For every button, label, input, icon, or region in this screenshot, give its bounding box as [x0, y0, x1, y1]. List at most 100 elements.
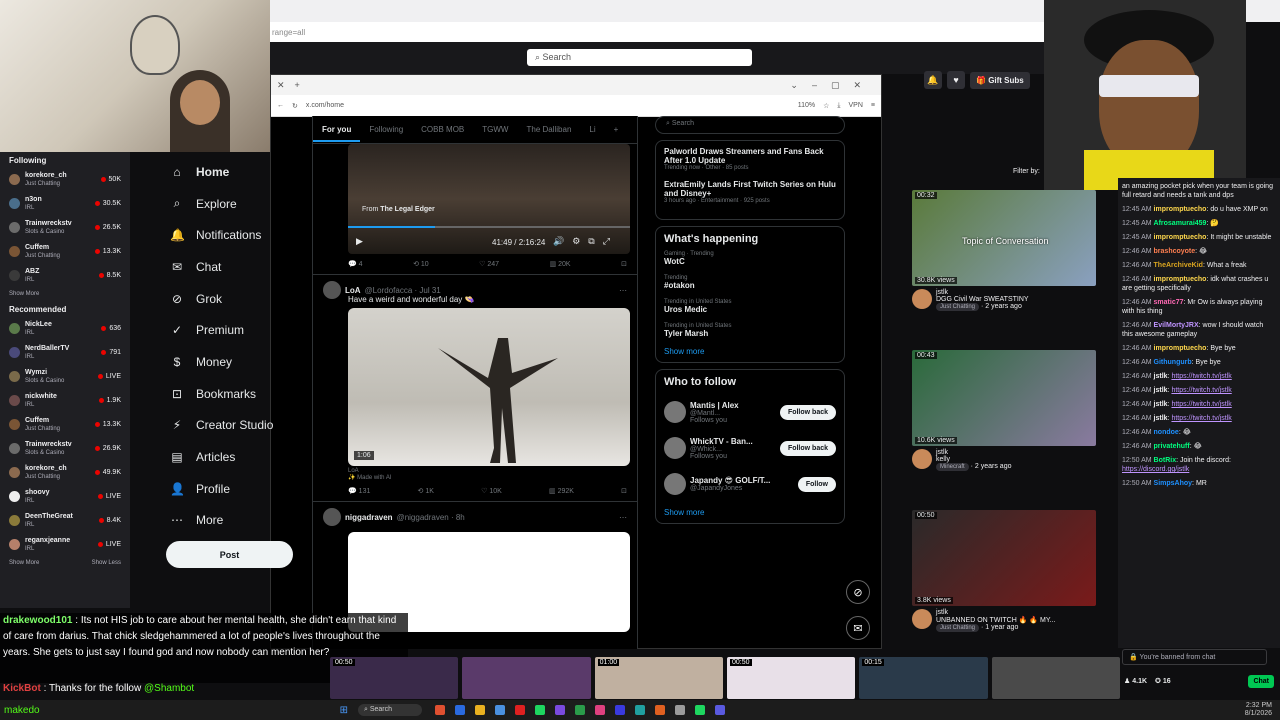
nav-home[interactable]: ⌂ Home: [170, 156, 300, 188]
tweet-video[interactable]: 1:06: [348, 308, 630, 466]
nav-notifications[interactable]: 🔔 Notifications: [170, 219, 300, 251]
reply-icon[interactable]: 💬 131: [348, 487, 370, 495]
show-more-link[interactable]: Show more: [664, 508, 836, 517]
taskbar-app-icon[interactable]: [475, 705, 486, 715]
like-icon[interactable]: ♡ 247: [479, 260, 499, 268]
tweet[interactable]: LoA @Lordofacca · Jul 31 ⋯ Have a weird an…: [313, 274, 637, 495]
vod-thumbnail[interactable]: 00:43 10.6K views: [912, 350, 1096, 446]
chat-username[interactable]: impromptuecho: [1154, 234, 1207, 241]
follow-button[interactable]: Follow back: [779, 404, 836, 420]
chat-button[interactable]: Chat: [1248, 674, 1274, 688]
refresh-icon[interactable]: ↻: [292, 102, 298, 110]
avatar[interactable]: [912, 449, 932, 469]
taskbar-app-icon[interactable]: [615, 705, 626, 715]
tweet-author[interactable]: LoA: [345, 286, 361, 295]
vod-tag[interactable]: Just Chatting: [936, 303, 980, 311]
taskbar-app-icon[interactable]: [495, 705, 506, 715]
nav-more[interactable]: ⋯ More: [170, 505, 300, 537]
repost-icon[interactable]: ⟲ 1K: [418, 487, 434, 495]
trend-item[interactable]: Trending in United States Uros Medic: [664, 299, 836, 314]
vod-card[interactable]: 00:43 10.6K views jstlk kelly Minecraft · 2 …: [912, 350, 1098, 510]
vod-channel[interactable]: jstlk: [936, 289, 1029, 296]
gift-subs-button[interactable]: 🎁 Gift Subs: [970, 71, 1030, 89]
taskbar-app-icon[interactable]: [655, 705, 666, 715]
window-controls[interactable]: ⌄–▢✕: [790, 80, 875, 91]
like-icon[interactable]: ♡ 10K: [481, 487, 502, 495]
channel-row[interactable]: Trainwreckstv Slots & Casino 26.5K: [0, 215, 130, 239]
chat-username[interactable]: BotRix: [1154, 457, 1177, 464]
channel-points[interactable]: ✪ 16: [1155, 677, 1171, 685]
taskbar-app-icon[interactable]: [635, 705, 646, 715]
channel-row[interactable]: DeenTheGreat IRL 8.4K: [0, 508, 130, 532]
star-icon[interactable]: ☆: [823, 102, 829, 110]
avatar[interactable]: [912, 609, 932, 629]
channel-row[interactable]: nickwhite IRL 1.9K: [0, 388, 130, 412]
chat-link[interactable]: https://twitch.tv/jstlk: [1171, 373, 1231, 380]
heart-icon[interactable]: ♥: [947, 71, 965, 89]
nav-premium[interactable]: ✓ Premium: [170, 314, 300, 346]
grok-icon[interactable]: ⊘: [846, 580, 870, 604]
reply-icon[interactable]: 💬 4: [348, 260, 363, 268]
nav-creator-studio[interactable]: ⚡ Creator Studio: [170, 410, 300, 442]
taskbar-app-icon[interactable]: [455, 705, 466, 715]
channel-row[interactable]: Cuffem Just Chatting 13.3K: [0, 412, 130, 436]
taskbar-app-icon[interactable]: [715, 705, 726, 715]
zoom-level[interactable]: 110%: [798, 102, 815, 109]
nav-profile[interactable]: 👤 Profile: [170, 473, 300, 505]
add-tab-icon[interactable]: +: [605, 125, 628, 134]
follow-button[interactable]: Follow: [797, 476, 836, 492]
taskbar-app-icon[interactable]: [695, 705, 706, 715]
back-icon[interactable]: ←: [277, 102, 284, 109]
nav-articles[interactable]: ▤ Articles: [170, 441, 300, 473]
avatar[interactable]: [664, 437, 686, 459]
vod-channel[interactable]: jstlk: [936, 449, 1012, 456]
news-item[interactable]: ExtraEmily Lands First Twitch Series on …: [664, 180, 836, 204]
clip-thumbnail[interactable]: 00:50: [330, 657, 459, 699]
clip-thumbnail[interactable]: 00:50: [726, 657, 856, 699]
bell-icon[interactable]: 🔔: [924, 71, 942, 89]
chat-username[interactable]: Githungurb: [1154, 359, 1192, 366]
tab-the-dalliban[interactable]: The Dalliban: [517, 125, 580, 134]
chat-username[interactable]: brashcoyote: [1154, 248, 1196, 255]
chat-link[interactable]: https://twitch.tv/jstlk: [1171, 415, 1231, 422]
bookmark-icon[interactable]: ⊡: [621, 260, 627, 268]
vod-title[interactable]: DGG Civil War SWEATSTINY: [936, 296, 1029, 303]
channel-row[interactable]: reganxjeanne IRL LIVE: [0, 532, 130, 556]
channel-row[interactable]: Cuffem Just Chatting 13.3K: [0, 239, 130, 263]
chat-username[interactable]: smatic77: [1154, 299, 1184, 306]
chat-username[interactable]: jstlk: [1154, 401, 1168, 408]
taskbar-app-icon[interactable]: [535, 705, 546, 715]
vod-tag[interactable]: Minecraft: [936, 463, 969, 471]
vod-thumbnail[interactable]: 00:50 3.8K views: [912, 510, 1096, 606]
vod-title[interactable]: kelly: [936, 456, 1012, 463]
chat-username[interactable]: impromptuecho: [1154, 206, 1207, 213]
clip-thumbnail[interactable]: [462, 657, 591, 699]
follow-item[interactable]: Mantis | Alex @Mantl... Follows you Follow …: [664, 394, 836, 430]
chat-username[interactable]: jstlk: [1154, 387, 1168, 394]
chat-username[interactable]: SimpsAhoy: [1154, 480, 1193, 487]
show-less-link[interactable]: Show Less: [92, 560, 121, 566]
avatar[interactable]: [323, 281, 341, 299]
chat-username[interactable]: impromptuecho: [1154, 345, 1207, 352]
video-controls[interactable]: 🔊⚙⧉⤢: [553, 236, 618, 247]
taskbar-app-icon[interactable]: [595, 705, 606, 715]
chat-username[interactable]: EvilMortyJRX: [1154, 322, 1199, 329]
chat-username[interactable]: jstlk: [1154, 373, 1168, 380]
tab-for-you[interactable]: For you: [313, 117, 361, 142]
nav-grok[interactable]: ⊘ Grok: [170, 283, 300, 315]
download-icon[interactable]: ⤓: [837, 102, 840, 110]
chat-input[interactable]: 🔒 You're banned from chat: [1122, 649, 1267, 665]
tab-tgww[interactable]: TGWW: [473, 125, 517, 134]
vpn-button[interactable]: VPN: [849, 102, 863, 109]
windows-start-icon[interactable]: ⊞: [340, 705, 348, 716]
taskbar-search[interactable]: ⌕ Search: [357, 704, 423, 716]
messages-icon[interactable]: ✉: [846, 616, 870, 640]
channel-row[interactable]: Trainwreckstv Slots & Casino 26.9K: [0, 436, 130, 460]
nav-money[interactable]: $ Money: [170, 346, 300, 378]
channel-row[interactable]: korekore_ch Just Chatting 50K: [0, 167, 130, 191]
chat-username[interactable]: jstlk: [1154, 415, 1168, 422]
chat-username[interactable]: Afrosamurai459: [1154, 220, 1207, 227]
video-progress-track[interactable]: [348, 226, 630, 228]
clip-thumbnail[interactable]: [991, 657, 1120, 699]
x-search-input[interactable]: ⌕ Search: [655, 116, 845, 134]
